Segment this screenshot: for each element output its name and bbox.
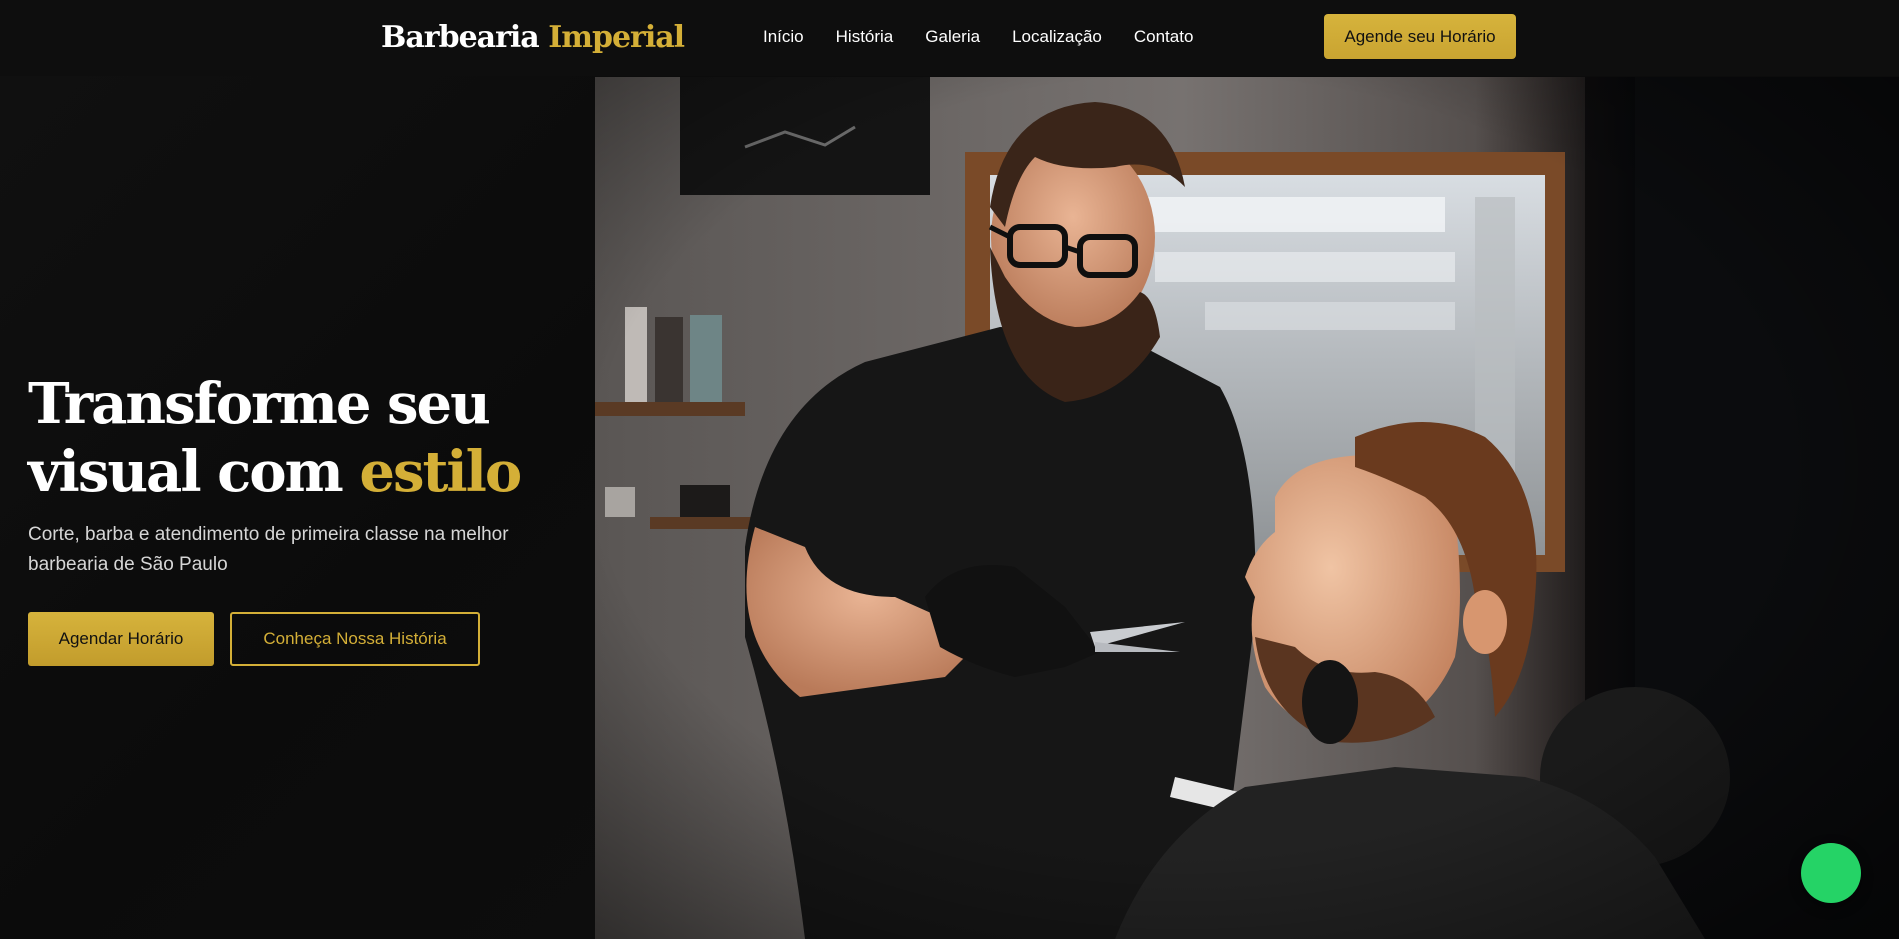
hero-title: Transforme seu visual com estilo [28, 370, 588, 506]
brand-logo[interactable]: Barbearia Imperial [381, 18, 685, 58]
navbar: Barbearia Imperial Início História Galer… [0, 0, 1899, 76]
brand-name-accent: Imperial [548, 20, 685, 55]
book-appointment-button[interactable]: Agendar Horário [28, 612, 214, 666]
nav-link-galeria[interactable]: Galeria [925, 26, 980, 48]
hero-title-line1: Transforme seu [28, 371, 491, 437]
hero-title-line2: visual com [28, 439, 344, 505]
whatsapp-float-button[interactable] [1801, 843, 1861, 903]
nav-link-contato[interactable]: Contato [1134, 26, 1194, 48]
schedule-cta-button[interactable]: Agende seu Horário [1324, 14, 1516, 59]
hero-section [0, 76, 595, 939]
our-history-button[interactable]: Conheça Nossa História [230, 612, 480, 666]
brand-name: Barbearia [381, 20, 540, 55]
hero-title-accent: estilo [359, 439, 522, 505]
nav-link-historia[interactable]: História [836, 26, 894, 48]
nav-link-localizacao[interactable]: Localização [1012, 26, 1102, 48]
hero-subtitle: Corte, barba e atendimento de primeira c… [28, 524, 509, 575]
main-nav: Início História Galeria Localização Cont… [763, 26, 1225, 48]
hero-barber-photo [595, 77, 1899, 939]
nav-link-inicio[interactable]: Início [763, 26, 804, 48]
